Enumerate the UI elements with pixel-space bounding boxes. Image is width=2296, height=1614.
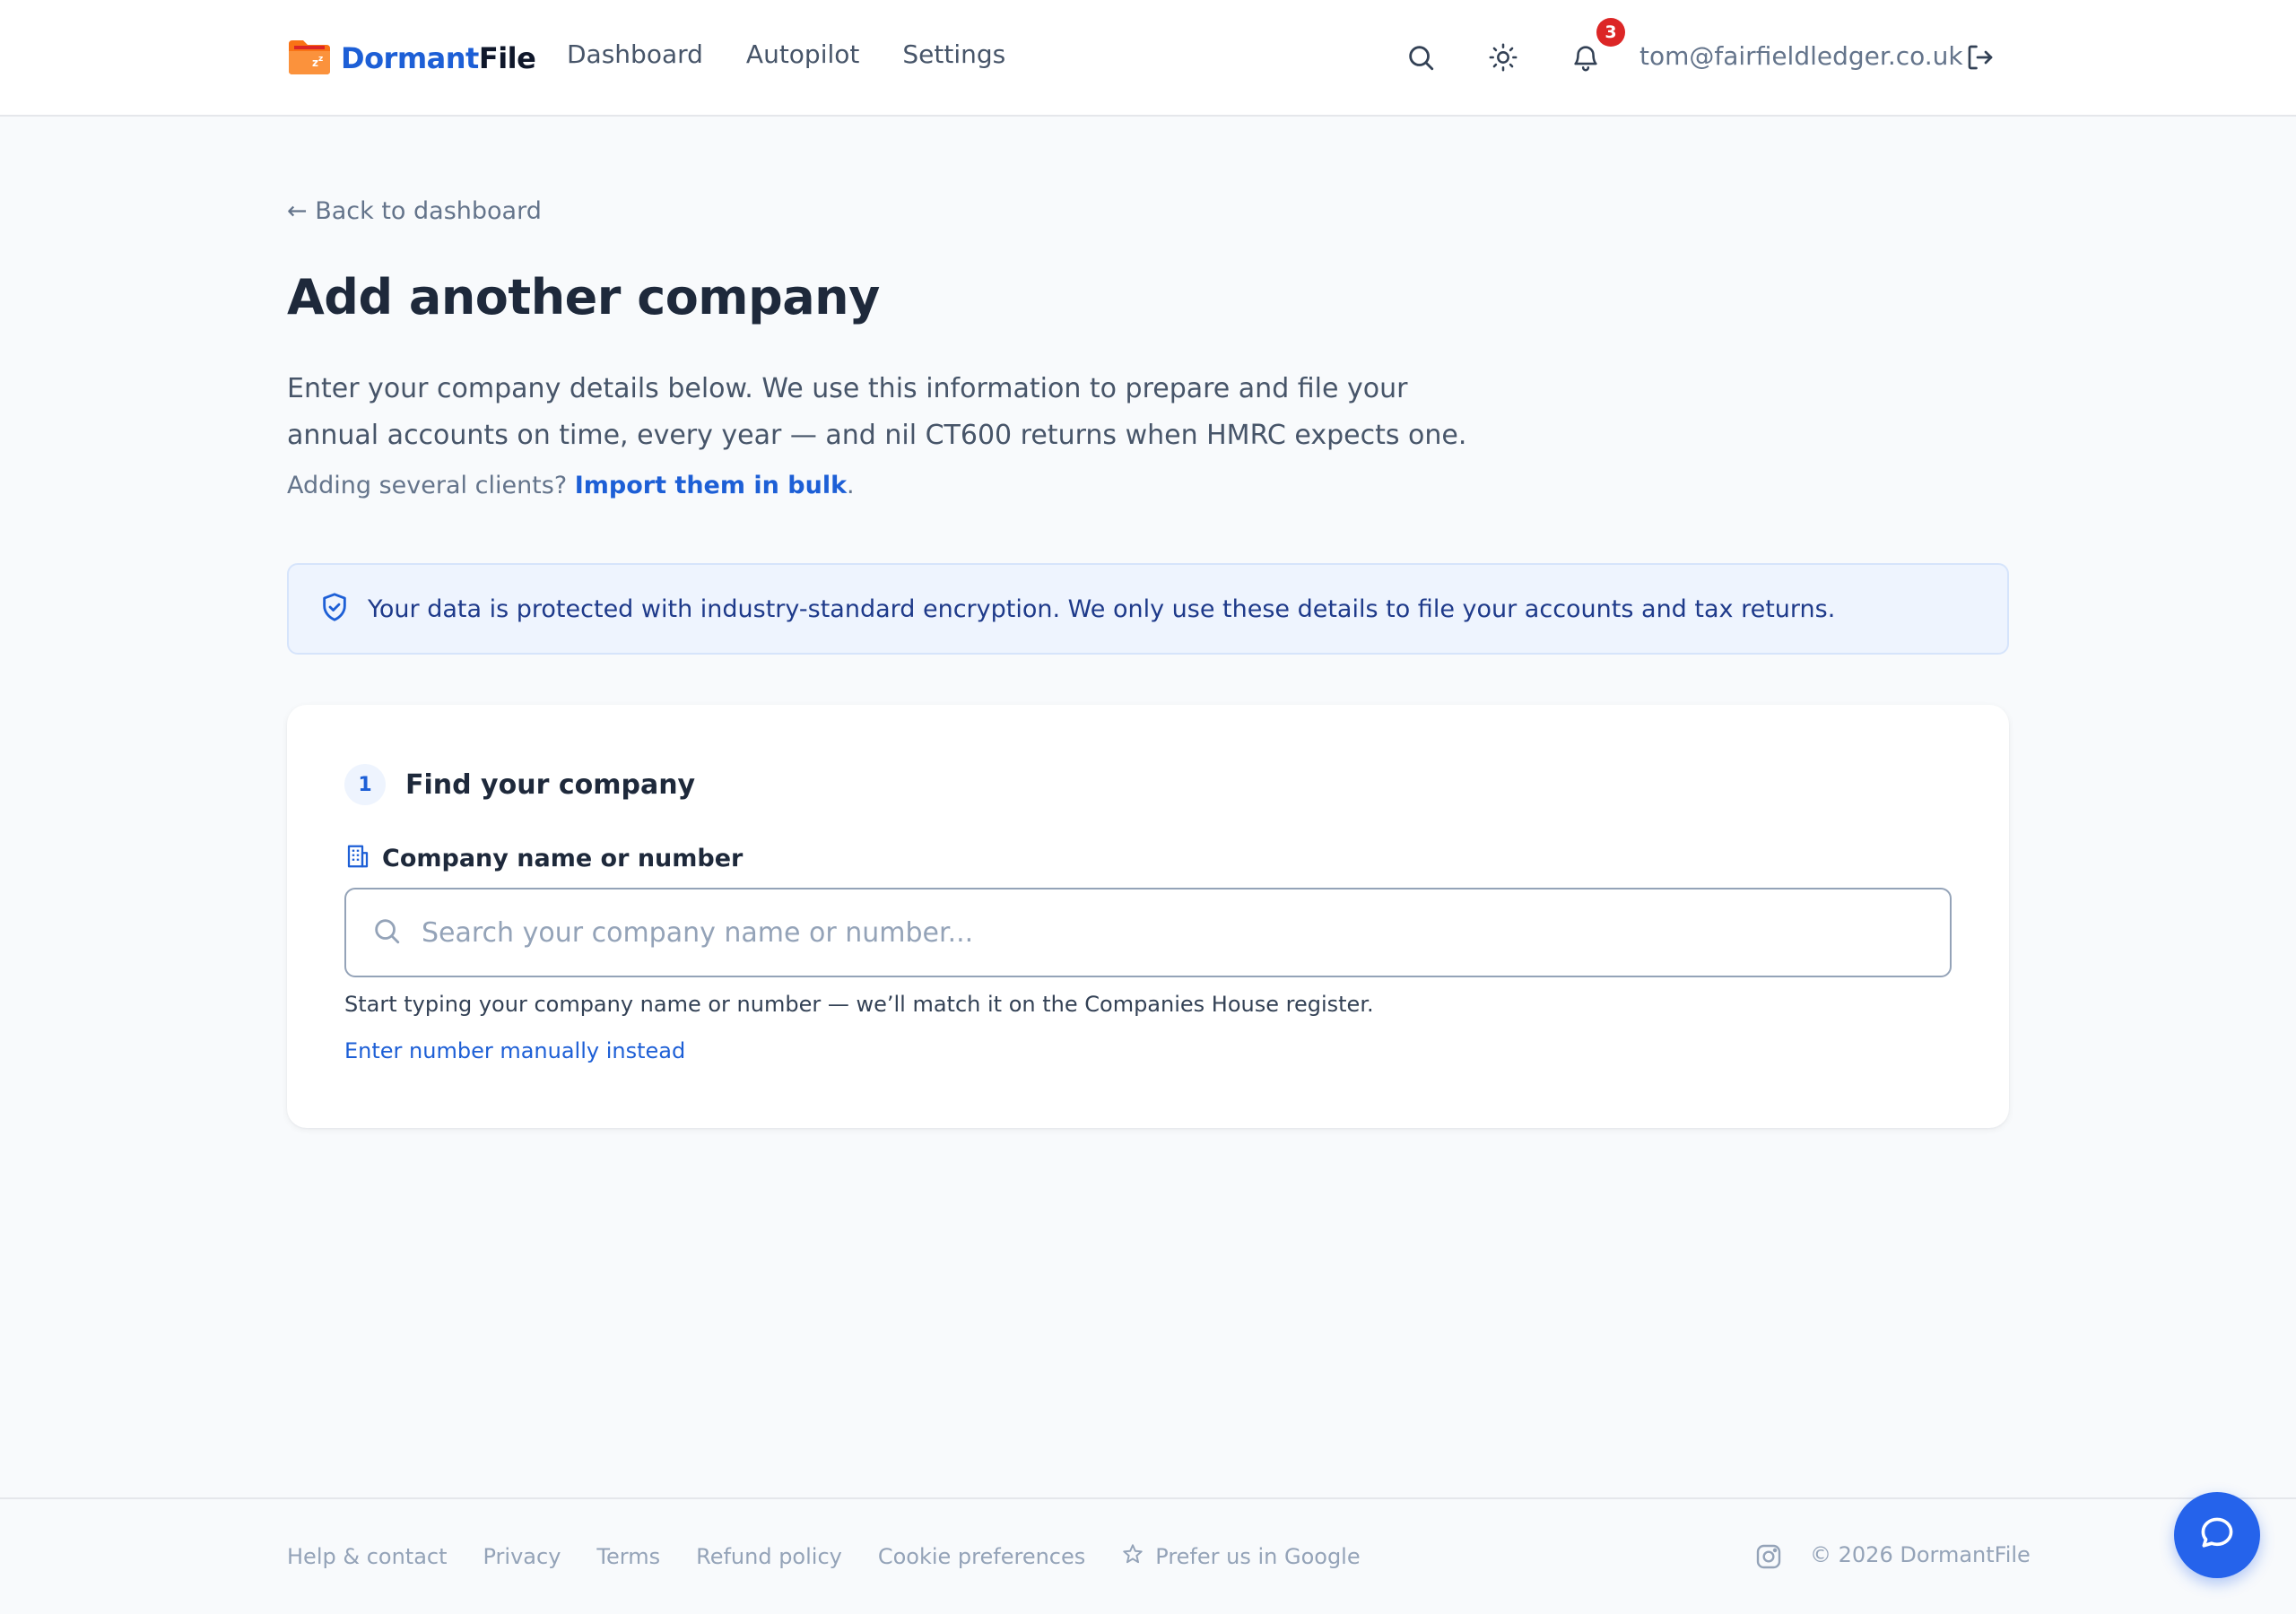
notification-badge: 3 xyxy=(1596,18,1625,47)
search-icon[interactable] xyxy=(1403,39,1439,75)
search-icon xyxy=(371,915,402,950)
brand-name: DormantFile xyxy=(341,41,536,75)
svg-text:z: z xyxy=(312,56,318,69)
footer-refund-link[interactable]: Refund policy xyxy=(696,1544,842,1569)
bell-icon[interactable] xyxy=(1568,39,1604,75)
instagram-icon[interactable] xyxy=(1754,1542,1783,1571)
security-notice-text: Your data is protected with industry-sta… xyxy=(368,594,1836,623)
nav-dashboard[interactable]: Dashboard xyxy=(567,39,703,69)
star-icon xyxy=(1121,1542,1144,1571)
nav-autopilot[interactable]: Autopilot xyxy=(746,39,859,69)
security-notice: Your data is protected with industry-sta… xyxy=(287,563,2009,655)
building-icon xyxy=(344,843,371,873)
bulk-prefix: Adding several clients? xyxy=(287,472,575,499)
chat-button[interactable] xyxy=(2174,1492,2260,1578)
intro-text: Enter your company details below. We use… xyxy=(287,373,1467,451)
step-title: Find your company xyxy=(405,768,696,801)
step-number: 1 xyxy=(344,764,386,805)
svg-text:z: z xyxy=(318,55,323,64)
bulk-suffix: . xyxy=(847,472,855,499)
company-field-label-text: Company name or number xyxy=(382,844,744,872)
theme-toggle-icon[interactable] xyxy=(1485,39,1521,75)
company-field-label: Company name or number xyxy=(344,843,743,873)
copyright-text: © 2026 DormantFile xyxy=(1810,1542,2031,1567)
main-nav: Dashboard Autopilot Settings xyxy=(567,39,1005,69)
footer-cookie-link[interactable]: Cookie preferences xyxy=(878,1544,1085,1569)
brand-logo[interactable]: z z DormantFile xyxy=(287,36,536,81)
prefer-google-label: Prefer us in Google xyxy=(1155,1544,1361,1569)
logout-icon[interactable] xyxy=(1962,39,1998,75)
footer-terms-link[interactable]: Terms xyxy=(596,1544,660,1569)
footer-privacy-link[interactable]: Privacy xyxy=(483,1544,561,1569)
enter-number-manually-link[interactable]: Enter number manually instead xyxy=(344,1038,685,1063)
find-company-card: 1 Find your company Company name or numb… xyxy=(287,705,2009,1128)
prefer-google-link[interactable]: Prefer us in Google xyxy=(1121,1542,1361,1571)
shield-check-icon xyxy=(319,592,350,626)
import-bulk-link[interactable]: Import them in bulk xyxy=(575,472,847,499)
footer-links: Help & contact Privacy Terms Refund poli… xyxy=(287,1542,1361,1571)
footer-help-link[interactable]: Help & contact xyxy=(287,1544,448,1569)
back-to-dashboard-link[interactable]: ← Back to dashboard xyxy=(287,197,542,225)
company-search-input[interactable] xyxy=(422,916,1928,949)
folder-logo-icon: z z xyxy=(287,37,332,80)
step-header: 1 Find your company xyxy=(344,764,695,805)
page-footer: Help & contact Privacy Terms Refund poli… xyxy=(0,1497,2296,1614)
nav-settings[interactable]: Settings xyxy=(902,39,1005,69)
bulk-import-line: Adding several clients? Import them in b… xyxy=(287,472,855,499)
search-help-text: Start typing your company name or number… xyxy=(344,992,1374,1017)
top-header: z z DormantFile Dashboard Autopilot Sett… xyxy=(0,0,2296,117)
user-email[interactable]: tom@fairfieldledger.co.uk xyxy=(1639,41,1963,71)
page-title: Add another company xyxy=(287,269,880,325)
chat-bubble-icon xyxy=(2197,1514,2237,1557)
company-search-box[interactable] xyxy=(344,888,1952,977)
